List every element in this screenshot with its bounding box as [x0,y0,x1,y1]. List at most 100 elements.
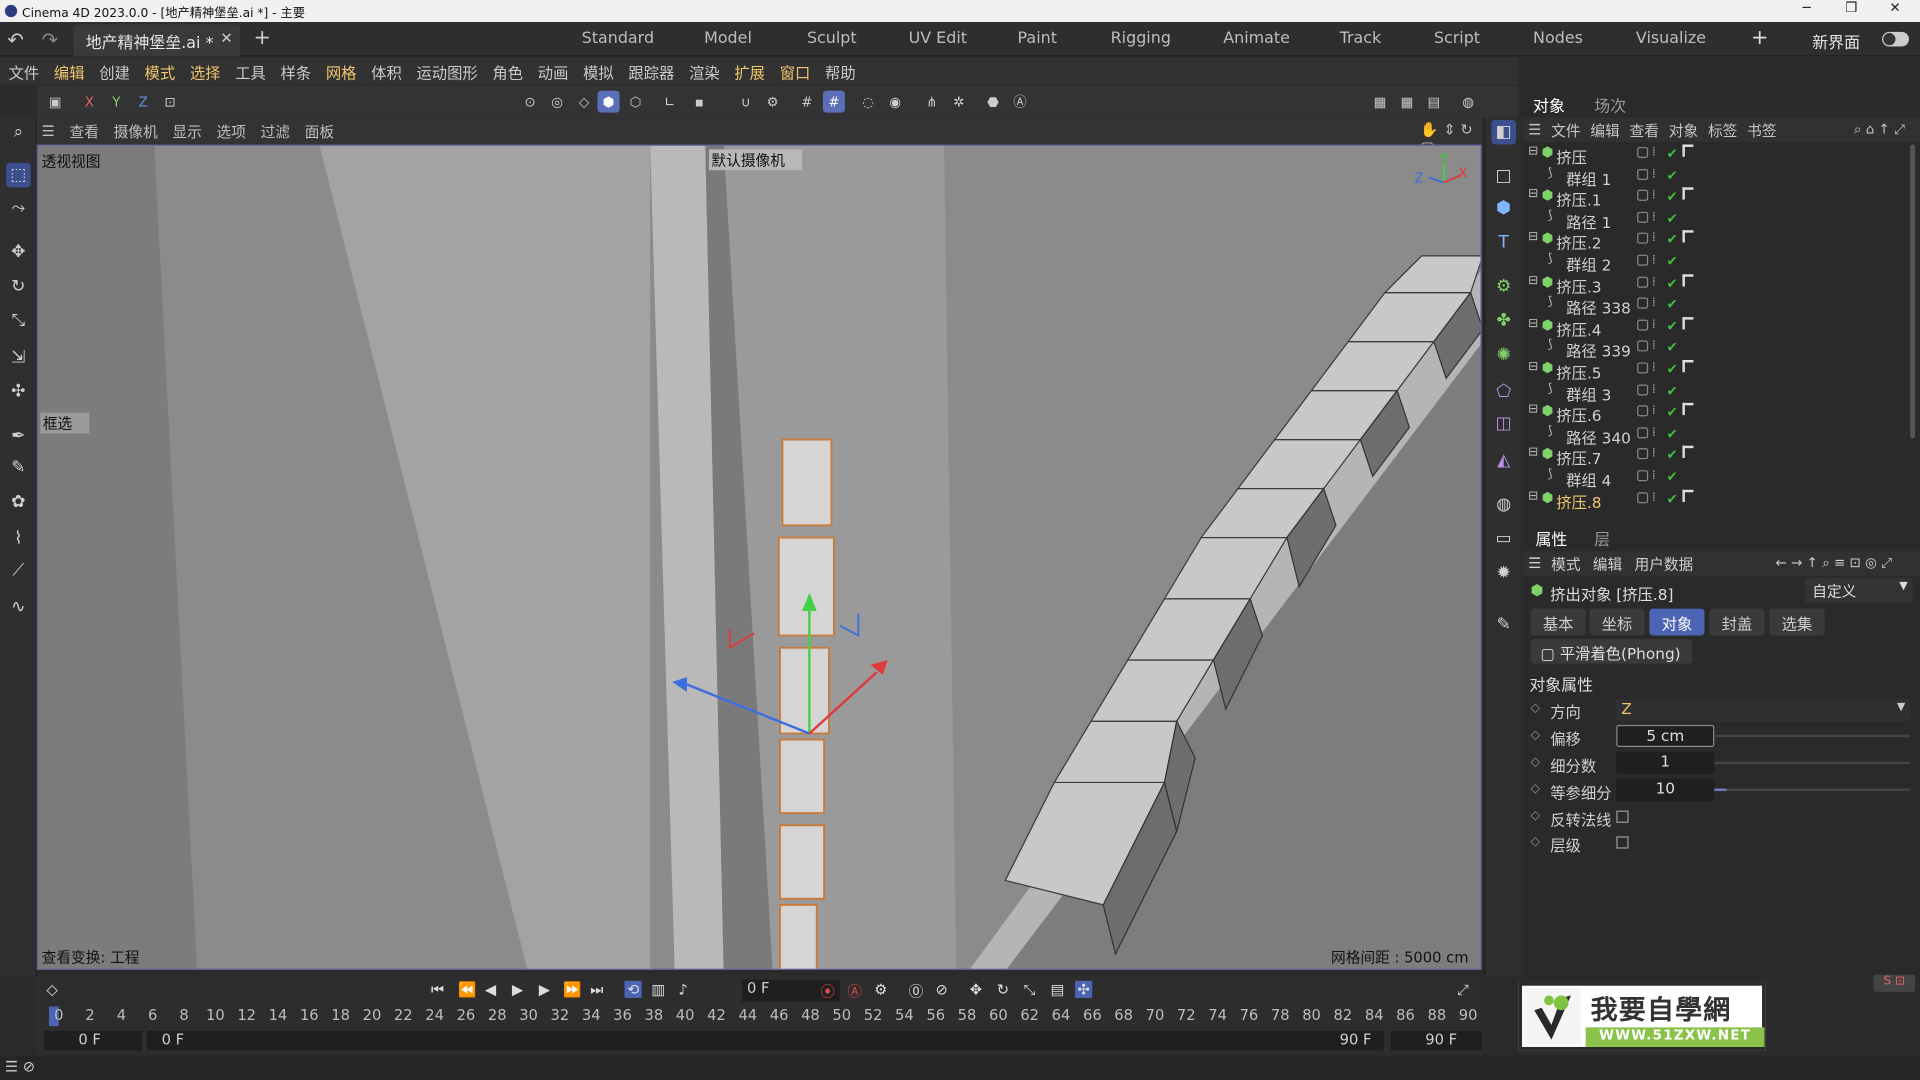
object-name[interactable]: 挤压 [1556,144,1587,167]
record-icon[interactable]: ⦿ [820,981,835,1002]
timeline-ruler[interactable]: 0 2 4 6 8 10 12 14 16 18 20 22 24 26 28 30 32 34 36 38 40 42 4… [48,1004,1482,1027]
layer-icon[interactable] [1637,254,1649,266]
status-menu-icon[interactable]: ☰ ⊘ [5,1058,35,1075]
object-name[interactable]: 路径 338 [1566,295,1631,318]
layer-icon[interactable] [1637,233,1649,245]
layout-script[interactable]: Script [1434,29,1480,47]
enabled-check-icon[interactable]: ✔ [1667,469,1678,485]
enabled-check-icon[interactable]: ✔ [1667,490,1678,506]
object-row[interactable]: ⊟ ⬢ 挤压.4 ⁞ ✔ [1523,316,1912,339]
prev-key-icon[interactable]: ⏪ [458,981,476,998]
reverse-normals-checkbox[interactable] [1616,810,1629,823]
expand-icon[interactable]: ⊟ [1528,360,1538,373]
pos-key-icon[interactable]: ✥ [970,981,982,998]
start-frame-field[interactable]: 0 F [44,1031,143,1051]
motion-icon[interactable]: ⊘ [936,981,948,998]
layout-track[interactable]: Track [1340,29,1382,47]
object-child-row[interactable]: ⟆ 路径 339 ⁞ ✔ [1523,338,1912,360]
layout-sculpt[interactable]: Sculpt [807,29,857,47]
spline-pen-icon[interactable]: ✒ [6,424,30,448]
visibility-dots-icon[interactable]: ⁞ [1652,469,1656,482]
scale-tool-icon[interactable]: ⤡ [6,309,30,333]
menu-create[interactable]: 创建 [99,59,130,82]
layout-rigging[interactable]: Rigging [1111,29,1171,47]
symmetry-icon[interactable]: ◉ [884,91,906,113]
visibility-dots-icon[interactable]: ⁞ [1652,318,1656,331]
notification-icon[interactable]: S ⊡ [1873,974,1916,992]
brush-icon[interactable]: ⌇ [6,527,30,551]
visibility-dots-icon[interactable]: ⁞ [1652,146,1656,159]
visibility-dots-icon[interactable]: ⁞ [1652,210,1656,223]
menu-extensions[interactable]: 扩展 [734,59,765,82]
menu-tools[interactable]: 工具 [235,59,266,82]
phong-tag-icon[interactable] [1682,230,1694,243]
redo-icon[interactable]: ↷ [42,28,58,51]
object-row[interactable]: ⊟ ⬢ 挤压.8 ⁞ ✔ [1523,489,1912,511]
am-menu-mode[interactable]: 模式 [1551,553,1580,574]
lock-z-button[interactable]: Z [132,91,154,113]
minimize-icon[interactable]: ─ [1802,0,1810,16]
visibility-dots-icon[interactable]: ⁞ [1652,167,1656,180]
grid-snap-icon[interactable]: # [796,91,818,113]
menu-select[interactable]: 选择 [190,59,221,82]
range-icon[interactable]: ▥ [651,981,665,998]
enabled-check-icon[interactable]: ✔ [1667,447,1678,463]
object-child-row[interactable]: ⟆ 路径 338 ⁞ ✔ [1523,295,1912,317]
go-to-end-icon[interactable]: ⏭ [590,981,603,999]
search-icon[interactable]: ⌕ [6,120,30,144]
layer-icon[interactable] [1637,491,1649,503]
om-menu-tags[interactable]: 标签 [1708,119,1737,140]
layer-icon[interactable] [1637,276,1649,288]
lock-y-button[interactable]: Y [105,91,127,113]
prev-frame-icon[interactable]: ◀ [485,981,496,998]
visibility-dots-icon[interactable]: ⁞ [1652,189,1656,202]
keyframe-diamond-icon[interactable]: ◇ [1531,809,1540,822]
graph-icon[interactable]: ⤢ [1457,981,1469,999]
layout-standard[interactable]: Standard [582,29,654,47]
shader-icon[interactable]: ⬣ [982,91,1004,113]
layer-icon[interactable] [1637,190,1649,202]
phong-tag-icon[interactable] [1682,144,1694,157]
visibility-dots-icon[interactable]: ⁞ [1652,232,1656,245]
om-menu-object[interactable]: 对象 [1669,119,1698,140]
enabled-check-icon[interactable]: ✔ [1667,297,1678,313]
menu-file[interactable]: 文件 [9,59,40,82]
keyframe-diamond-icon[interactable]: ◇ [1531,702,1540,715]
expand-icon[interactable]: ⊟ [1528,446,1538,459]
deformer-icon[interactable]: ✺ [1491,343,1515,367]
object-name[interactable]: 路径 339 [1566,338,1631,361]
visibility-dots-icon[interactable]: ⁞ [1652,490,1656,503]
keyframe-diamond-icon[interactable]: ◇ [1531,729,1540,742]
subtab-caps[interactable]: 封盖 [1709,608,1765,636]
viewport-menu-panel[interactable]: 面板 [305,121,334,142]
layer-icon[interactable] [1637,211,1649,223]
transform-tool-icon[interactable]: ⇲ [6,345,30,369]
play-icon[interactable]: ▶ [512,981,523,998]
workplane-icon[interactable]: # [822,90,845,113]
menu-mograph[interactable]: 运动图形 [416,59,477,82]
light-icon[interactable]: ✹ [1491,561,1515,585]
object-name[interactable]: 路径 340 [1566,425,1631,448]
subtab-object[interactable]: 对象 [1649,608,1705,636]
knife-icon[interactable]: ⟋ [6,558,30,582]
object-name[interactable]: 路径 1 [1566,209,1611,232]
preset-dropdown[interactable]: 自定义 ▼ [1804,577,1913,603]
soft-selection-icon[interactable]: ◌ [857,91,879,113]
coord-system-icon[interactable]: ⊡ [159,91,181,113]
am-nav-icons[interactable]: ← → ↑ ⌕ ≡ ⊡ ◎ ⤢ [1776,555,1892,572]
visibility-dots-icon[interactable]: ⁞ [1652,383,1656,396]
phong-tag-icon[interactable] [1682,187,1694,200]
edges-mode-icon[interactable]: ◎ [546,91,568,113]
expand-icon[interactable]: ⊟ [1528,144,1538,157]
key-settings-icon[interactable]: ⚙ [874,981,887,998]
range-slider[interactable]: 0 F 90 F [146,1031,1384,1051]
layer-icon[interactable] [1637,146,1649,158]
enabled-check-icon[interactable]: ✔ [1667,383,1678,399]
expand-icon[interactable]: ⊟ [1528,403,1538,416]
menu-help[interactable]: 帮助 [825,59,856,82]
menu-window[interactable]: 窗口 [780,59,811,82]
menu-mesh[interactable]: 网格 [326,59,357,82]
edit-icon[interactable]: ✎ [1491,612,1515,636]
visibility-dots-icon[interactable]: ⁞ [1652,361,1656,374]
tag-icon[interactable]: ◫ [1491,411,1515,435]
